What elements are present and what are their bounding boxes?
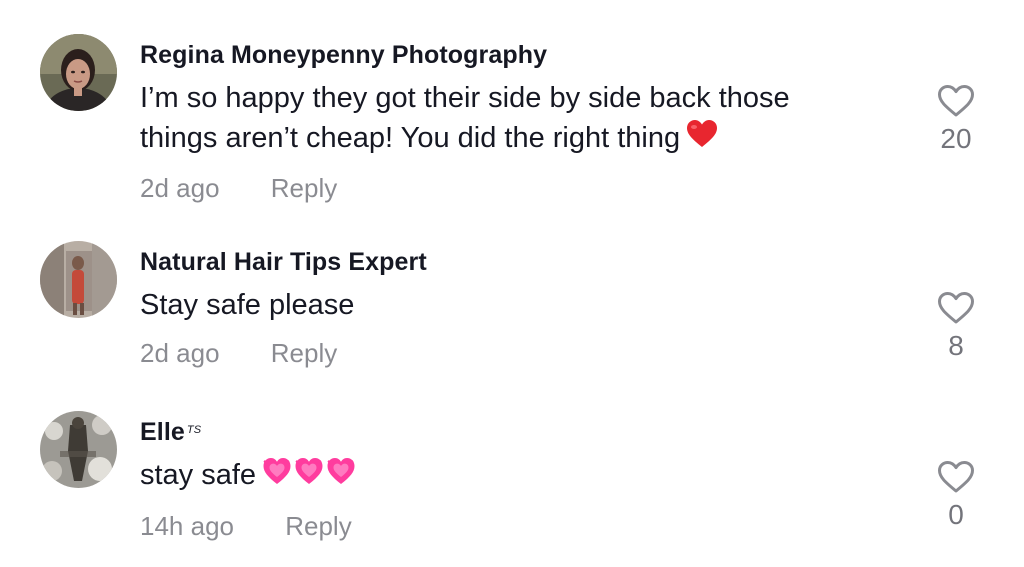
comment-text: I’m so happy they got their side by side… bbox=[140, 78, 900, 160]
avatar[interactable] bbox=[40, 241, 117, 318]
username-badge: TS bbox=[186, 424, 202, 436]
comment-meta: 2d ago Reply bbox=[140, 337, 900, 369]
comment-timestamp: 14h ago bbox=[140, 511, 234, 541]
reply-button[interactable]: Reply bbox=[271, 337, 337, 369]
comment-username[interactable]: Regina Moneypenny Photography bbox=[140, 40, 900, 70]
avatar-photo-icon bbox=[40, 34, 117, 111]
comment-meta: 14h ago Reply bbox=[140, 510, 900, 542]
reply-button[interactable]: Reply bbox=[285, 510, 351, 542]
avatar-photo-icon bbox=[40, 241, 117, 318]
comment-text-line: I’m so happy they got their side by side… bbox=[140, 82, 790, 114]
reply-button[interactable]: Reply bbox=[271, 172, 337, 204]
comment-text-line-2: things aren’t cheap! You did the right t… bbox=[140, 118, 900, 160]
comment-text-line: things aren’t cheap! You did the right t… bbox=[140, 122, 681, 154]
like-count: 20 bbox=[940, 123, 972, 154]
comment-timestamp: 2d ago bbox=[140, 338, 220, 368]
like-count: 8 bbox=[948, 330, 964, 361]
red-heart-emoji-icon bbox=[686, 119, 718, 160]
comment-body: Elle TS stay safe 14h ago Reply bbox=[140, 417, 900, 542]
comment-text-content: stay safe bbox=[140, 459, 257, 492]
comment-username-text: Elle bbox=[140, 418, 185, 446]
comment-timestamp: 2d ago bbox=[140, 172, 220, 203]
heart-outline-icon bbox=[938, 85, 974, 117]
heart-outline-icon bbox=[938, 461, 974, 493]
comment-body: Regina Moneypenny Photography I’m so hap… bbox=[140, 40, 900, 204]
heart-outline-icon bbox=[938, 292, 974, 324]
comment-text: stay safe bbox=[140, 455, 900, 498]
comment-text: Stay safe please bbox=[140, 289, 355, 321]
avatar-photo-icon bbox=[40, 411, 117, 488]
comment-username[interactable]: Elle TS bbox=[140, 417, 900, 447]
pink-hearts-emoji-icon bbox=[262, 455, 356, 498]
like-button[interactable]: 0 bbox=[928, 460, 984, 532]
avatar[interactable] bbox=[40, 411, 117, 488]
like-button[interactable]: 20 bbox=[928, 84, 984, 156]
comment-list: Regina Moneypenny Photography I’m so hap… bbox=[0, 0, 1024, 567]
comment-username[interactable]: Natural Hair Tips Expert bbox=[140, 247, 900, 277]
comment-body: Natural Hair Tips Expert Stay safe pleas… bbox=[140, 247, 900, 369]
like-count: 0 bbox=[948, 499, 964, 530]
avatar[interactable] bbox=[40, 34, 117, 111]
comment-meta: 2d ago Reply bbox=[140, 172, 900, 204]
like-button[interactable]: 8 bbox=[928, 291, 984, 363]
